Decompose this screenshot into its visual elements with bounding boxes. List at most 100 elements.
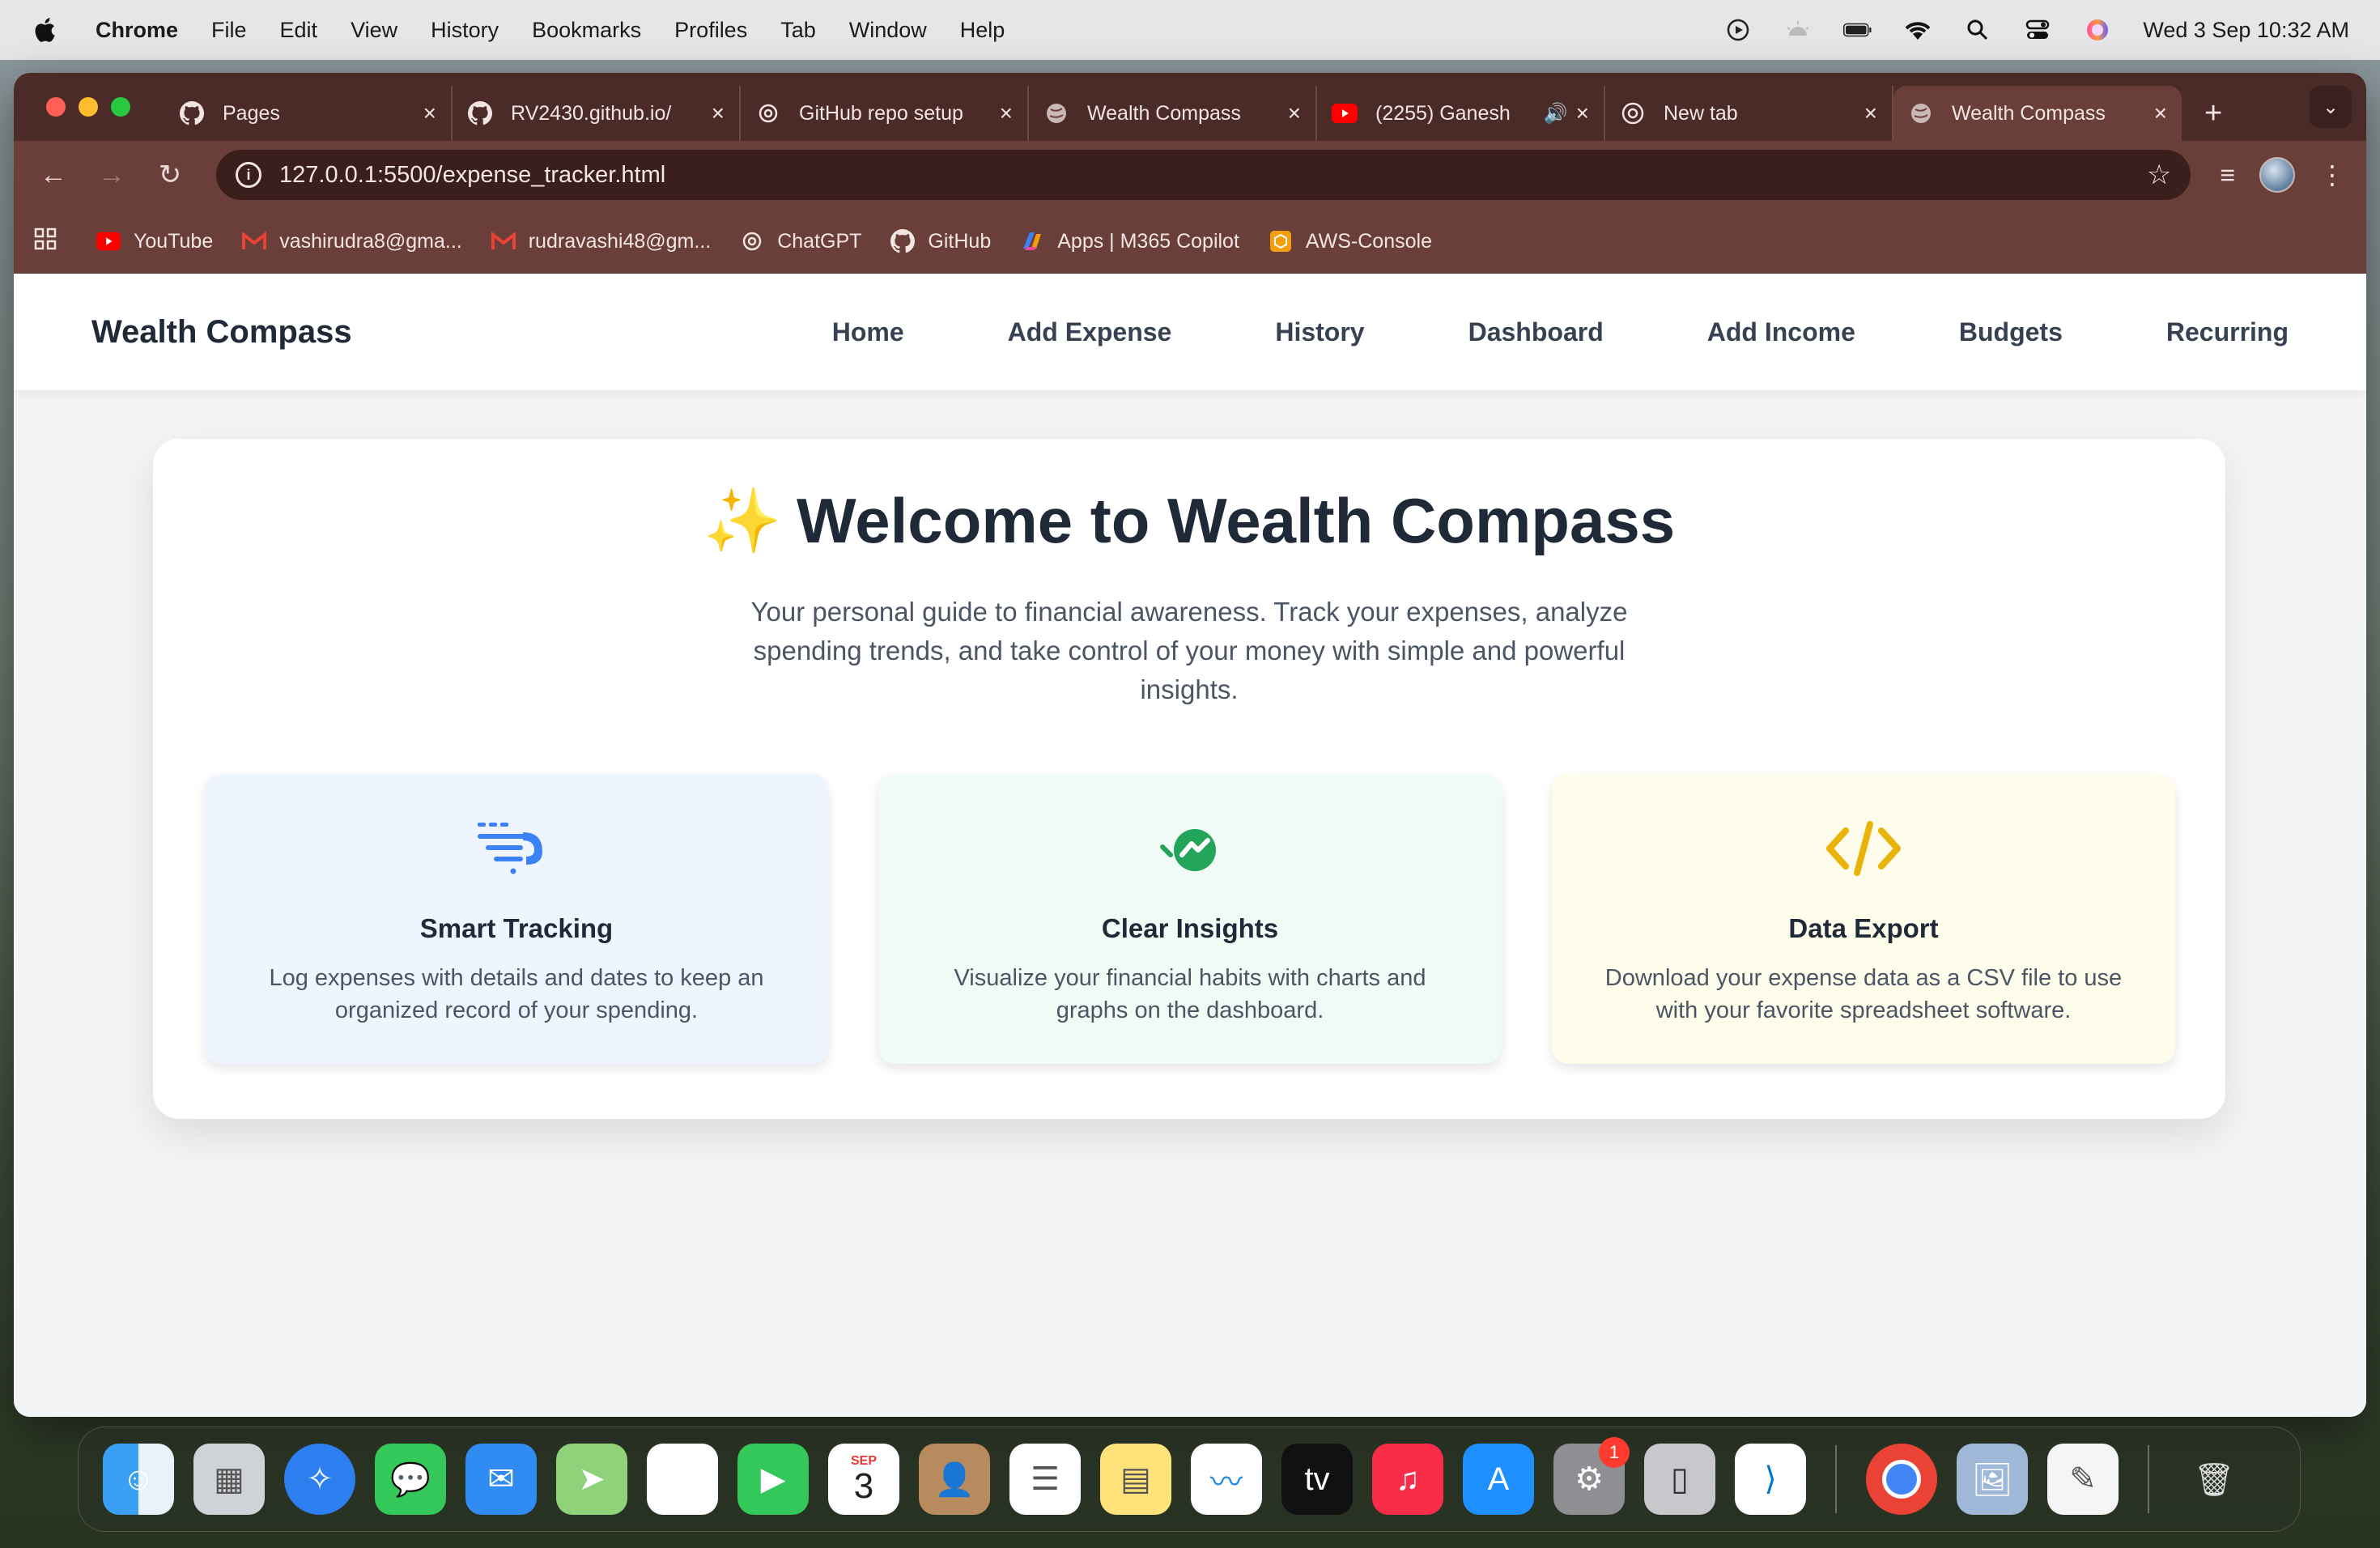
tab-wealth-compass-active[interactable]: Wealth Compass × [1893,86,2182,141]
tab-title: Wealth Compass [1952,101,2106,125]
apps-grid-icon[interactable] [33,227,57,257]
tab-rv2430[interactable]: RV2430.github.io/ × [453,86,741,141]
battery-icon[interactable] [1843,18,1872,42]
nav-add-income[interactable]: Add Income [1707,317,1855,347]
close-tab-icon[interactable]: × [1576,100,1589,126]
control-center-icon[interactable] [2023,18,2052,42]
tab-title: GitHub repo setup [799,101,963,125]
new-tab-plus-icon[interactable]: + [2204,96,2222,131]
feature-title: Smart Tracking [419,913,614,943]
trash-icon[interactable]: 🗑 [2178,1444,2250,1515]
app-store-icon[interactable]: A [1463,1444,1534,1515]
close-tab-icon[interactable]: × [423,100,436,126]
minimize-window-button[interactable] [79,97,98,117]
more-menu-icon[interactable]: ⋮ [2319,159,2345,190]
forward-arrow-icon[interactable]: → [93,156,130,194]
close-tab-icon[interactable]: × [712,100,725,126]
back-arrow-icon[interactable]: ← [35,156,72,194]
spotlight-search-icon[interactable] [1963,18,1992,42]
bookmark-label: ChatGPT [777,229,862,253]
tab-wealth-compass[interactable]: Wealth Compass × [1029,86,1317,141]
nav-dashboard[interactable]: Dashboard [1468,317,1604,347]
mail-icon[interactable]: ✉ [465,1444,537,1515]
bookmark-gmail-1[interactable]: vashirudra8@gma... [242,229,462,253]
bookmark-chatgpt[interactable]: ChatGPT [740,229,861,253]
nav-history[interactable]: History [1275,317,1364,347]
close-tab-icon[interactable]: × [2154,100,2167,126]
wifi-icon[interactable] [1903,18,1932,42]
apple-icon[interactable] [31,15,57,45]
messages-icon[interactable]: 💬 [375,1444,446,1515]
menubar-clock[interactable]: Wed 3 Sep 10:32 AM [2143,18,2349,43]
tab-github-repo-setup[interactable]: GitHub repo setup × [741,86,1029,141]
tab-pages[interactable]: Pages × [164,86,453,141]
reminders-icon[interactable]: ☰ [1009,1444,1081,1515]
finder-icon[interactable]: ☺ [103,1444,174,1515]
menu-help[interactable]: Help [960,18,1005,43]
nav-recurring[interactable]: Recurring [2166,317,2289,347]
close-window-button[interactable] [46,97,66,117]
bookmark-aws-console[interactable]: AWS-Console [1269,229,1432,253]
music-icon[interactable]: ♫ [1372,1444,1443,1515]
iphone-mirroring-icon[interactable]: ▯ [1644,1444,1715,1515]
chatgpt-icon [740,229,764,253]
menu-bookmarks[interactable]: Bookmarks [532,18,641,43]
siri-icon[interactable] [2083,18,2112,42]
site-info-icon[interactable]: i [236,162,261,188]
nav-add-expense[interactable]: Add Expense [1008,317,1172,347]
bookmark-label: YouTube [134,229,214,253]
textedit-icon[interactable]: ✎ [2047,1444,2119,1515]
nav-home[interactable]: Home [832,317,904,347]
nav-budgets[interactable]: Budgets [1959,317,2063,347]
address-url[interactable]: 127.0.0.1:5500/expense_tracker.html [279,162,2147,189]
bookmark-youtube[interactable]: YouTube [96,229,213,253]
site-brand[interactable]: Wealth Compass [91,314,352,351]
menu-tab[interactable]: Tab [780,18,816,43]
code-brackets-icon [1826,821,1901,876]
menu-view[interactable]: View [351,18,397,43]
notes-icon[interactable]: ▤ [1100,1444,1171,1515]
photos-icon[interactable]: ✿ [647,1444,718,1515]
bookmark-github[interactable]: GitHub [890,229,991,253]
sparkles-icon: ✨ [703,485,783,556]
profile-avatar[interactable] [2259,157,2295,193]
calendar-icon[interactable]: SEP 3 [828,1444,899,1515]
chrome-icon[interactable] [1866,1444,1937,1515]
freeform-icon[interactable]: 〰 [1191,1444,1262,1515]
close-tab-icon[interactable]: × [1288,100,1301,126]
preview-icon[interactable]: 🖼 [1957,1444,2028,1515]
address-bar[interactable]: i 127.0.0.1:5500/expense_tracker.html ☆ [216,150,2191,200]
tab-youtube-ganesh[interactable]: (2255) Ganesh 🔊 × [1317,86,1605,141]
menu-edit[interactable]: Edit [280,18,318,43]
vscode-icon[interactable]: ⟩ [1735,1444,1806,1515]
apple-tv-icon[interactable]: tv [1281,1444,1353,1515]
bookmark-star-icon[interactable]: ☆ [2147,159,2171,191]
contacts-icon[interactable]: 👤 [919,1444,990,1515]
bookmark-gmail-2[interactable]: rudravashi48@gm... [491,229,711,253]
zoom-window-button[interactable] [111,97,130,117]
tab-new-tab[interactable]: New tab × [1605,86,1893,141]
facetime-icon[interactable]: ▶ [737,1444,809,1515]
menu-profiles[interactable]: Profiles [674,18,747,43]
menu-window[interactable]: Window [849,18,927,43]
reload-icon[interactable]: ↻ [151,156,189,194]
reading-list-icon[interactable]: ≡ [2220,160,2235,190]
close-tab-icon[interactable]: × [1000,100,1013,126]
brightness-icon[interactable] [1783,18,1813,42]
now-playing-icon[interactable] [1723,18,1753,42]
aws-icon [1269,229,1293,253]
safari-icon[interactable]: ✧ [284,1444,355,1515]
speaker-icon[interactable]: 🔊 [1544,102,1568,125]
close-tab-icon[interactable]: × [1864,100,1877,126]
hero-title: ✨ Welcome to Wealth Compass [153,484,2225,559]
menu-app-chrome[interactable]: Chrome [96,18,178,43]
menu-file[interactable]: File [211,18,247,43]
tab-search-chevron-icon[interactable]: ⌄ [2310,86,2352,128]
menu-history[interactable]: History [431,18,499,43]
bookmark-m365-copilot[interactable]: Apps | M365 Copilot [1020,229,1239,253]
system-settings-icon[interactable]: ⚙ 1 [1553,1437,1630,1515]
launchpad-icon[interactable]: ▦ [193,1444,265,1515]
maps-icon[interactable]: ➤ [556,1444,627,1515]
browser-toolbar: ← → ↻ i 127.0.0.1:5500/expense_tracker.h… [14,141,2366,209]
bookmark-label: rudravashi48@gm... [528,229,712,253]
